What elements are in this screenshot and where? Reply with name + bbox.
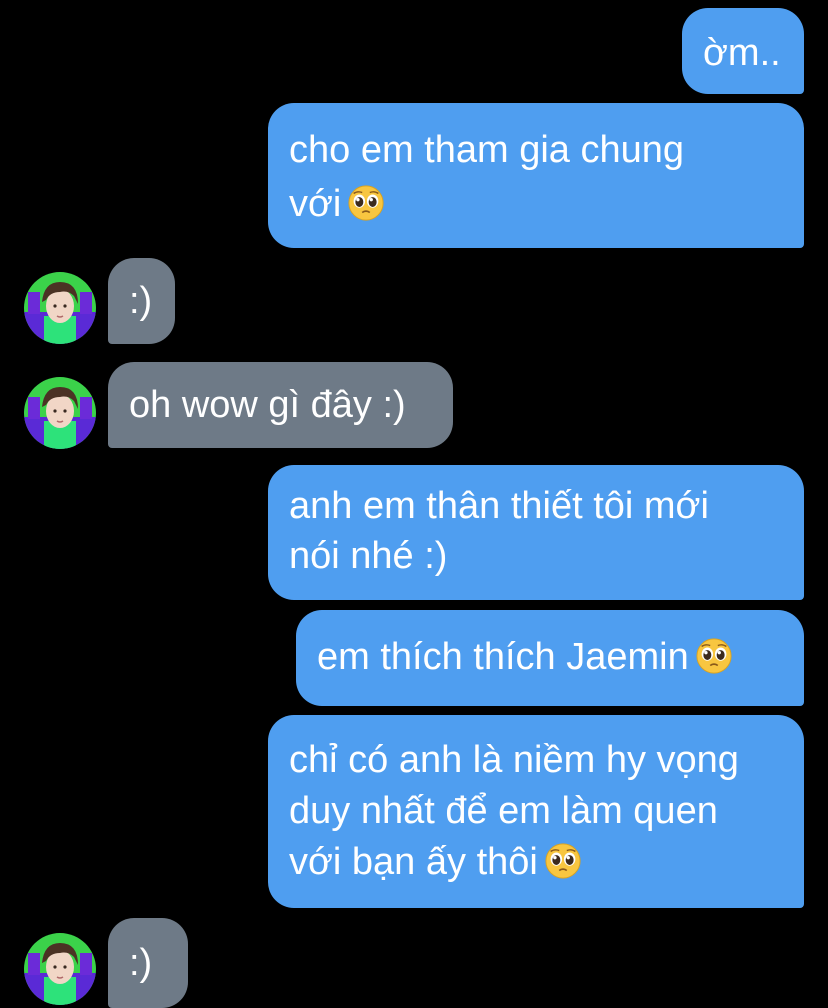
message-bubble-outgoing[interactable]: em thích thích Jaemin [296, 610, 804, 706]
message-bubble-outgoing[interactable]: anh em thân thiết tôi mới nói nhé :) [268, 465, 804, 600]
message-text: duy nhất để em làm quen [289, 790, 718, 832]
message-text: chỉ có anh là niềm hy vọng [289, 739, 739, 781]
message-bubble-outgoing[interactable]: ờm.. [682, 8, 804, 94]
message-bubble-incoming[interactable]: :) [108, 258, 175, 344]
message-text: cho em tham gia chung [289, 129, 685, 171]
message-bubble-outgoing[interactable]: chỉ có anh là niềm hy vọng duy nhất để e… [268, 715, 804, 908]
contact-avatar[interactable] [24, 272, 96, 344]
message-bubble-outgoing[interactable]: cho em tham gia chung với [268, 103, 804, 248]
pleading-face-icon [695, 637, 733, 675]
pleading-face-icon [544, 842, 582, 880]
message-text: anh em thân thiết tôi mới [289, 485, 709, 527]
message-text: với bạn ấy thôi [289, 841, 538, 883]
pleading-face-icon [347, 184, 385, 222]
message-bubble-incoming[interactable]: oh wow gì đây :) [108, 362, 453, 448]
message-text: :) [129, 280, 153, 322]
message-bubble-incoming[interactable]: :) [108, 918, 188, 1008]
message-text: :) [129, 942, 153, 984]
message-text: nói nhé :) [289, 535, 448, 577]
message-text: với [289, 183, 342, 225]
contact-avatar[interactable] [24, 933, 96, 1005]
message-text: ờm.. [703, 32, 781, 74]
contact-avatar[interactable] [24, 377, 96, 449]
message-text: em thích thích Jaemin [317, 636, 689, 678]
message-text: oh wow gì đây :) [129, 384, 406, 426]
